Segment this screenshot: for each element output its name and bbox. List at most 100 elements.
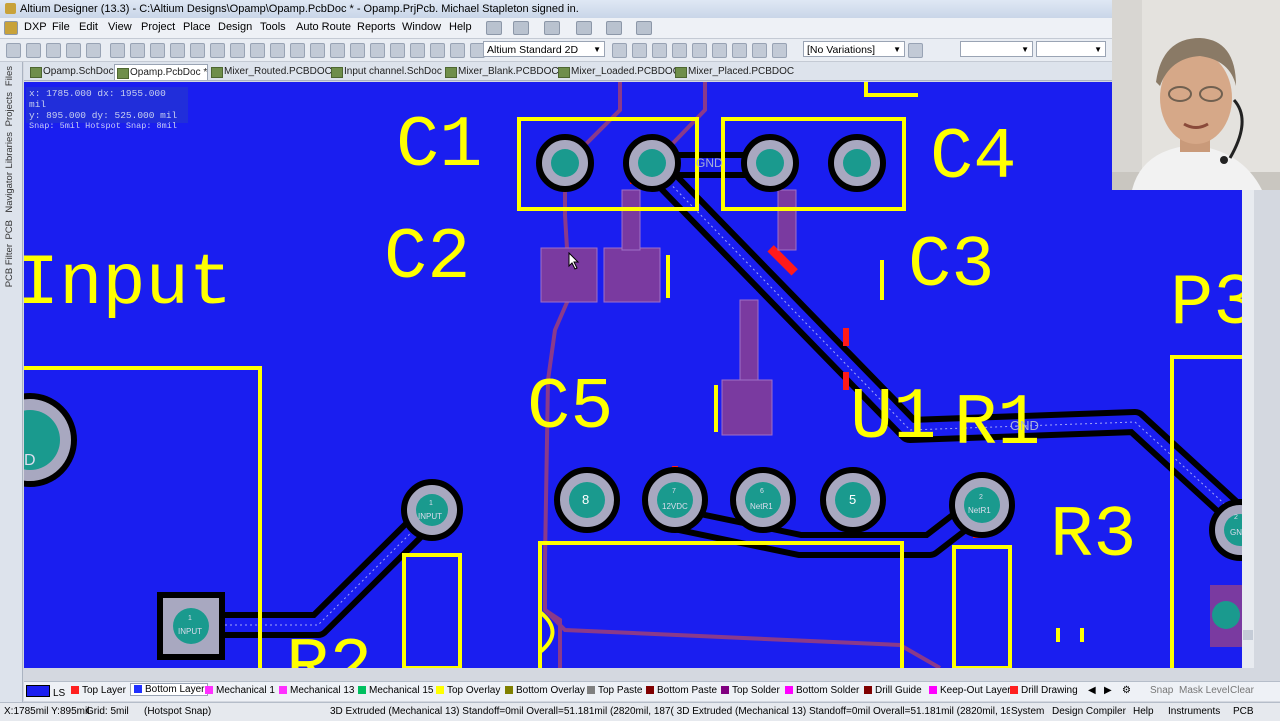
arc-icon[interactable] <box>712 43 727 58</box>
print-preview-icon[interactable] <box>86 43 101 58</box>
designator-r2[interactable]: R2 <box>286 632 372 668</box>
menu-project[interactable]: Project <box>141 21 175 33</box>
side-tab-pcb-filter[interactable]: PCB Filter <box>4 244 15 287</box>
designator-u1[interactable]: U1 <box>850 382 936 454</box>
menu-design[interactable]: Design <box>218 21 252 33</box>
menu-file[interactable]: File <box>52 21 70 33</box>
room-icon[interactable] <box>606 21 622 35</box>
zoom-selected-icon[interactable] <box>170 43 185 58</box>
move-icon[interactable] <box>350 43 365 58</box>
align-icon[interactable] <box>544 21 560 35</box>
grid-icon[interactable] <box>636 21 652 35</box>
pcb-board[interactable] <box>24 82 1242 668</box>
save-icon[interactable] <box>46 43 61 58</box>
copy-icon[interactable] <box>270 43 285 58</box>
status-button-design-compiler[interactable]: Design Compiler <box>1052 706 1126 717</box>
pcb-canvas[interactable]: C1 C2 C4 C3 C5 U1 R1 R3 Input P3 R2 8 7 … <box>24 82 1242 668</box>
vertical-scrollbar[interactable] <box>1242 190 1254 668</box>
zoom-fit-icon[interactable] <box>130 43 145 58</box>
side-tab-navigator[interactable]: Navigator <box>4 172 15 213</box>
mask-level-button[interactable]: Mask Level <box>1179 685 1230 696</box>
new-document-icon[interactable] <box>6 43 21 58</box>
layer-tab-top-solder[interactable]: Top Solder <box>721 685 780 696</box>
tab-opamp-pcbdoc[interactable]: Opamp.PcbDoc * <box>114 64 209 80</box>
layer-tab-top-paste[interactable]: Top Paste <box>587 685 642 696</box>
deselect-icon[interactable] <box>370 43 385 58</box>
layer-tab-drill-drawing[interactable]: Drill Drawing <box>1010 685 1078 696</box>
layer-tab-mechanical-13[interactable]: Mechanical 13 <box>279 685 354 696</box>
menu-help[interactable]: Help <box>449 21 472 33</box>
layer-scroll-right-icon[interactable]: ▶ <box>1104 685 1112 696</box>
designator-c5[interactable]: C5 <box>527 372 613 444</box>
menu-view[interactable]: View <box>108 21 132 33</box>
designator-c3[interactable]: C3 <box>908 230 994 302</box>
zoom-area-icon[interactable] <box>150 43 165 58</box>
route-icon[interactable] <box>486 21 502 35</box>
side-tab-files[interactable]: Files <box>4 66 15 86</box>
tab-mixer-loaded[interactable]: Mixer_Loaded.PCBDOC <box>556 64 680 79</box>
status-button-system[interactable]: System <box>1011 706 1044 717</box>
undo-icon[interactable] <box>410 43 425 58</box>
interactive-route-icon[interactable] <box>612 43 627 58</box>
view-mode-select[interactable]: Altium Standard 2D ▼ <box>483 41 605 57</box>
menu-reports[interactable]: Reports <box>357 21 396 33</box>
designator-c1[interactable]: C1 <box>396 110 482 182</box>
text-icon[interactable] <box>752 43 767 58</box>
clear-filter-icon[interactable] <box>390 43 405 58</box>
zoom-filtered-icon[interactable] <box>190 43 205 58</box>
clear-button[interactable]: Clear <box>1230 685 1254 696</box>
designator-r3[interactable]: R3 <box>1050 500 1136 572</box>
via-icon[interactable] <box>692 43 707 58</box>
menu-place[interactable]: Place <box>183 21 211 33</box>
tab-mixer-placed[interactable]: Mixer_Placed.PCBDOC <box>673 64 794 79</box>
designator-c4[interactable]: C4 <box>930 122 1016 194</box>
layer-tab-keep-out[interactable]: Keep-Out Layer <box>929 685 1011 696</box>
tab-mixer-blank[interactable]: Mixer_Blank.PCBDOC <box>443 64 559 79</box>
variant-manager-icon[interactable] <box>908 43 923 58</box>
select-area-icon[interactable] <box>330 43 345 58</box>
variations-select[interactable]: [No Variations] ▼ <box>803 41 905 57</box>
distribute-icon[interactable] <box>576 21 592 35</box>
print-icon[interactable] <box>66 43 81 58</box>
layer-tab-bottom-layer[interactable]: Bottom Layer <box>130 683 209 696</box>
layer-tab-mechanical-1[interactable]: Mechanical 1 <box>205 685 275 696</box>
layer-tab-bottom-paste[interactable]: Bottom Paste <box>646 685 717 696</box>
status-button-instruments[interactable]: Instruments <box>1168 706 1220 717</box>
zoom-out-icon[interactable] <box>230 43 245 58</box>
layer-tab-bottom-solder[interactable]: Bottom Solder <box>785 685 859 696</box>
designator-p3[interactable]: P3 <box>1170 268 1242 340</box>
snap-button[interactable]: Snap <box>1150 685 1173 696</box>
menu-window[interactable]: Window <box>402 21 441 33</box>
cross-probe-icon[interactable] <box>450 43 465 58</box>
mask-select[interactable]: ▼ <box>1036 41 1106 57</box>
tab-opamp-schdoc[interactable]: Opamp.SchDoc <box>28 64 114 79</box>
layer-tab-drill-guide[interactable]: Drill Guide <box>864 685 922 696</box>
fill-icon[interactable] <box>732 43 747 58</box>
pad-icon[interactable] <box>672 43 687 58</box>
layer-settings-icon[interactable]: ⚙ <box>1122 685 1131 696</box>
side-tab-projects[interactable]: Projects <box>4 92 15 126</box>
designator-input[interactable]: Input <box>24 248 232 320</box>
layer-tab-mechanical-15[interactable]: Mechanical 15 <box>358 685 433 696</box>
zoom-in-icon[interactable] <box>210 43 225 58</box>
open-icon[interactable] <box>26 43 41 58</box>
designator-c2[interactable]: C2 <box>384 222 470 294</box>
menu-tools[interactable]: Tools <box>260 21 286 33</box>
cut-icon[interactable] <box>250 43 265 58</box>
menu-edit[interactable]: Edit <box>79 21 98 33</box>
side-tab-pcb[interactable]: PCB <box>4 220 15 240</box>
scrollbar-thumb[interactable] <box>1243 630 1253 640</box>
diff-pair-icon[interactable] <box>632 43 647 58</box>
3d-view-icon[interactable] <box>110 43 125 58</box>
current-layer-swatch[interactable]: LS <box>26 685 65 699</box>
tab-mixer-routed[interactable]: Mixer_Routed.PCBDOC <box>209 64 332 79</box>
layer-tab-bottom-overlay[interactable]: Bottom Overlay <box>505 685 585 696</box>
layer-tab-top-layer[interactable]: Top Layer <box>71 685 126 696</box>
status-button-help[interactable]: Help <box>1133 706 1154 717</box>
layer-scroll-left-icon[interactable]: ◀ <box>1088 685 1096 696</box>
paste-icon[interactable] <box>290 43 305 58</box>
tab-input-channel[interactable]: Input channel.SchDoc <box>329 64 442 79</box>
side-tab-libraries[interactable]: Libraries <box>4 132 15 168</box>
component-icon[interactable] <box>513 21 529 35</box>
status-button-pcb[interactable]: PCB <box>1233 706 1254 717</box>
